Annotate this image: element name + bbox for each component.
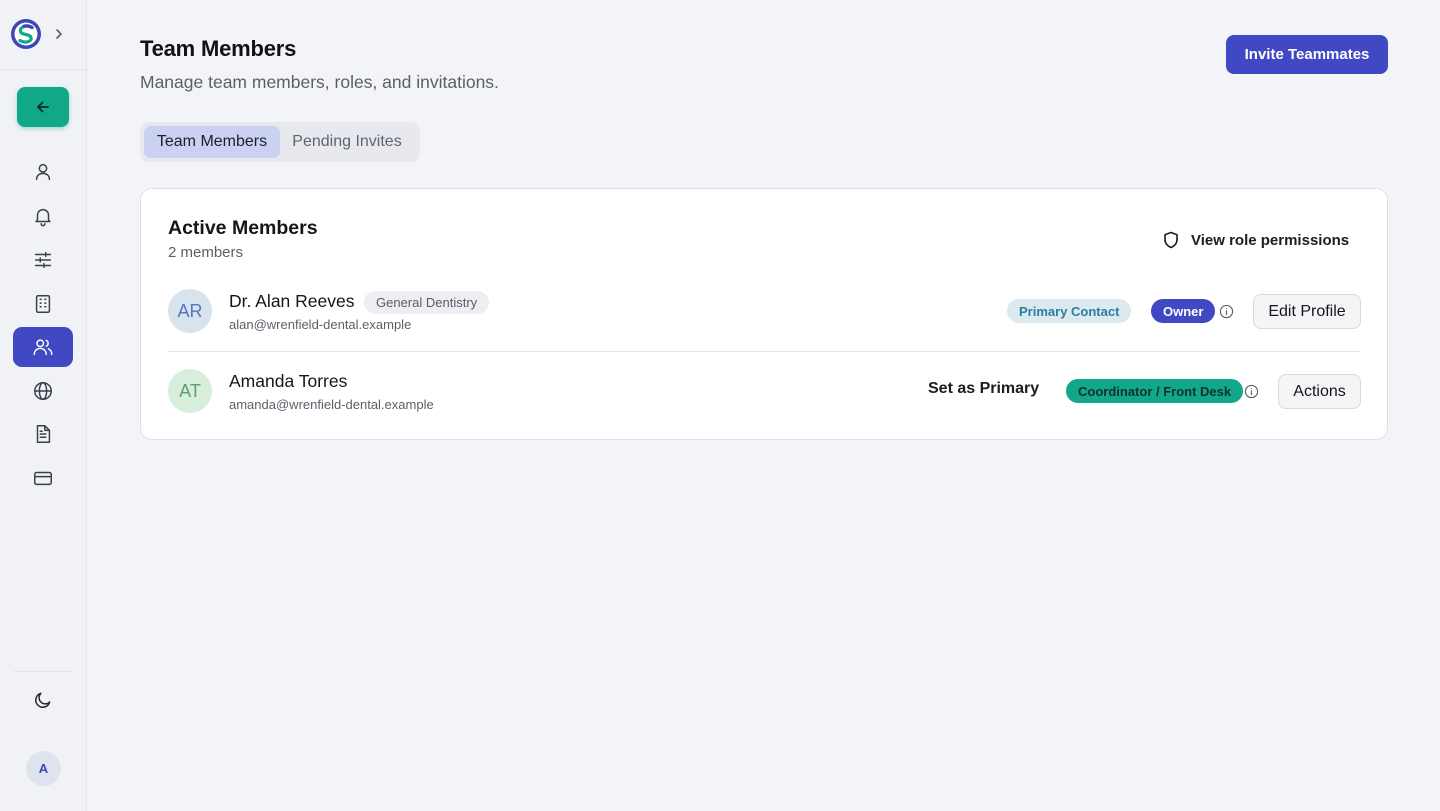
role-badge: Coordinator / Front Desk [1066,379,1244,403]
active-members-card: Active Members 2 members View role permi… [140,188,1388,440]
set-as-primary-button[interactable]: Set as Primary [928,380,1039,398]
primary-contact-badge: Primary Contact [1007,299,1132,323]
shield-icon [1164,231,1178,249]
specialty-badge: General Dentistry [364,291,490,314]
member-name: Dr. Alan Reeves [229,291,355,311]
user-icon [35,163,51,181]
theme-toggle-button[interactable] [23,680,63,720]
member-avatar: AT [168,369,212,413]
sidebar-item-practice[interactable] [13,284,73,324]
page-subtitle: Manage team members, roles, and invitati… [140,72,499,92]
invite-teammates-button[interactable]: Invite Teammates [1226,35,1388,74]
sidebar-divider [14,671,72,672]
sidebar-item-profile[interactable] [13,152,73,192]
sidebar-item-notifications[interactable] [13,196,73,236]
member-avatar: AR [168,289,212,333]
document-icon [36,425,51,443]
globe-icon [34,382,52,400]
brand-logo-icon[interactable] [10,18,42,50]
sliders-icon [34,251,52,269]
edit-profile-button[interactable]: Edit Profile [1253,294,1361,329]
sidebar-item-team[interactable] [13,327,73,367]
view-role-permissions-label: View role permissions [1191,231,1350,249]
member-email: amanda@wrenfield-dental.example [229,397,434,412]
back-button[interactable] [17,87,69,127]
user-avatar[interactable]: A [26,751,61,786]
sidebar-item-billing[interactable] [13,458,73,498]
credit-card-icon [34,471,52,486]
member-count: 2 members [168,244,244,261]
bell-icon [35,208,51,227]
moon-icon [35,692,51,708]
chevron-right-icon[interactable] [52,27,66,41]
users-icon [33,339,53,356]
sidebar-item-settings[interactable] [13,240,73,280]
table-row: AT Amanda Torres amanda@wrenfield-dental… [168,361,1361,423]
info-icon[interactable] [1244,384,1259,399]
row-divider [168,351,1361,352]
page-title: Team Members [140,36,297,61]
sidebar: A [0,0,87,811]
sidebar-item-documents[interactable] [13,414,73,454]
member-email: alan@wrenfield-dental.example [229,317,412,332]
member-name: Amanda Torres [229,371,348,391]
sidebar-divider [0,69,86,70]
actions-button[interactable]: Actions [1278,374,1361,409]
building-icon [35,295,51,313]
tab-team-members[interactable]: Team Members [144,126,280,158]
view-role-permissions-link[interactable]: View role permissions [1163,229,1349,251]
table-row: AR Dr. Alan Reeves General Dentistry ala… [168,281,1361,343]
tabs: Team Members Pending Invites [140,122,420,162]
role-badge: Owner [1151,299,1216,323]
tab-pending-invites[interactable]: Pending Invites [282,126,412,158]
info-icon[interactable] [1219,304,1234,319]
card-title: Active Members [168,217,318,239]
arrow-left-icon [37,101,49,113]
sidebar-item-website[interactable] [13,371,73,411]
